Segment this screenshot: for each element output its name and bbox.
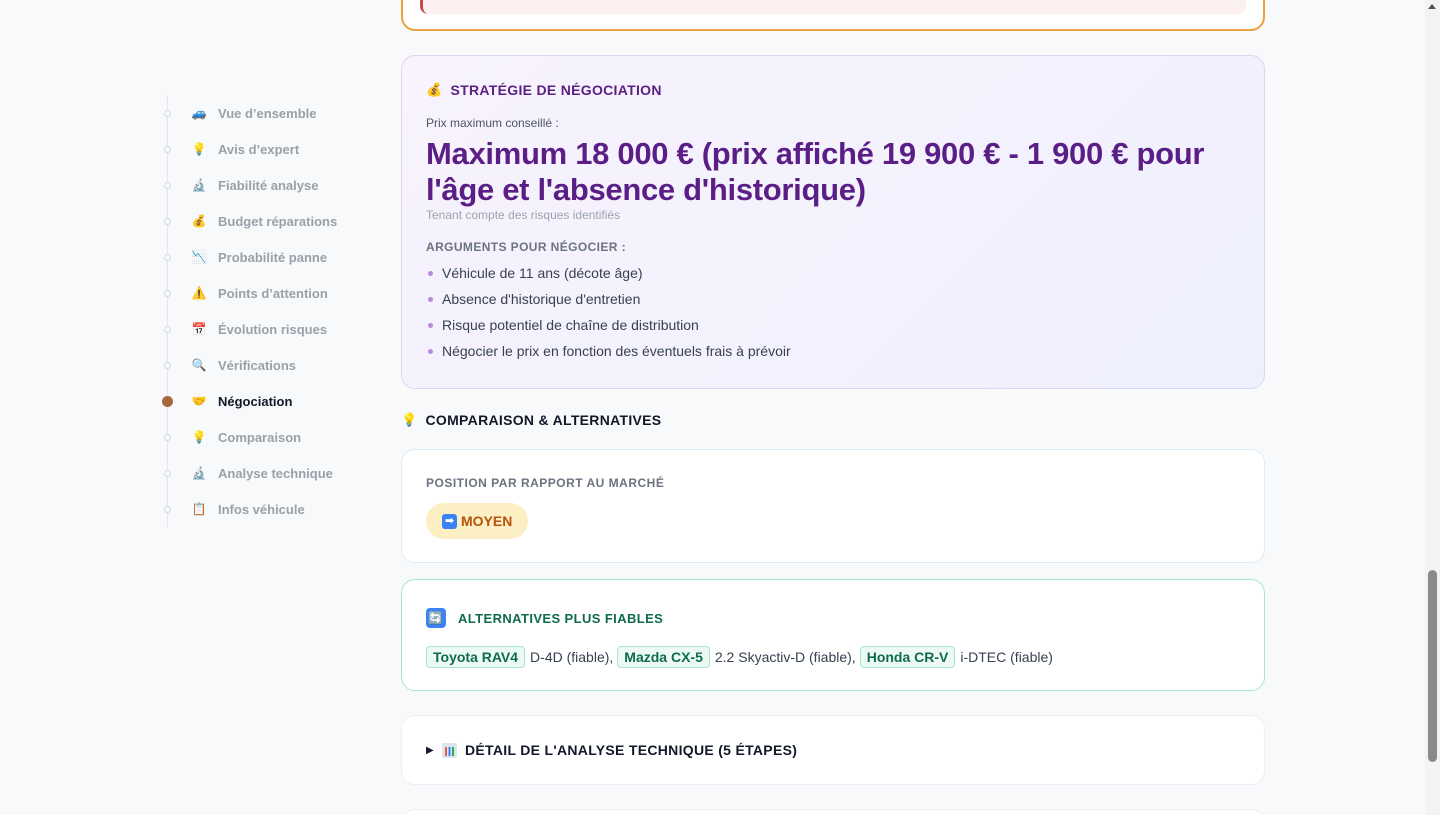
alternatives-list: Toyota RAV4 D-4D (fiable), Mazda CX-5 2.… [426, 646, 1240, 668]
sidebar-item-label: Vérifications [218, 357, 297, 373]
sidebar-item-negotiation[interactable]: 🤝 Négociation [160, 383, 380, 419]
alternative-model-detail: 2.2 Skyactiv-D (fiable), [714, 649, 856, 665]
market-position-value: MOYEN [461, 513, 513, 529]
comparison-title-text: COMPARAISON & ALTERNATIVES [425, 412, 662, 428]
market-position-badge: ➡ MOYEN [426, 503, 529, 539]
nav-dot [164, 145, 171, 153]
arguments-list: Véhicule de 11 ans (décote âge) Absence … [426, 260, 1240, 364]
money-bag-icon: 💰 [191, 214, 207, 228]
magnifier-icon: 🔍 [191, 358, 207, 372]
expand-triangle-icon: ▶ [426, 744, 434, 756]
sidebar-item-label: Vue d’ensemble [218, 105, 317, 121]
comparison-section-title: 💡 COMPARAISON & ALTERNATIVES [401, 412, 661, 428]
sidebar-item-label: Infos véhicule [218, 501, 305, 517]
attention-card-inner [420, 0, 1246, 14]
sidebar-item-label: Avis d’expert [218, 141, 300, 157]
alternative-model-chip: Toyota RAV4 [426, 646, 526, 668]
sidebar-item-label: Négociation [218, 393, 293, 409]
alternative-model-chip: Honda CR-V [859, 646, 956, 668]
nav-dot [164, 361, 171, 369]
sidebar-item-label: Fiabilité analyse [218, 177, 319, 193]
nav-dot [164, 325, 171, 333]
market-position-card: POSITION PAR RAPPORT AU MARCHÉ ➡ MOYEN [401, 449, 1265, 563]
technical-details-toggle[interactable]: ▶ DÉTAIL DE L'ANALYSE TECHNIQUE (5 ÉTAPE… [401, 715, 1265, 785]
sidebar-item-attention-points[interactable]: ⚠️ Points d’attention [160, 275, 380, 311]
lightbulb-icon: 💡 [401, 412, 418, 427]
nav-dot [164, 505, 171, 513]
nav-dot [164, 469, 171, 477]
negotiation-card: 💰 STRATÉGIE DE NÉGOCIATION Prix maximum … [401, 55, 1265, 389]
nav-dot [164, 253, 171, 261]
nav-dot [164, 217, 171, 225]
scrollbar-thumb[interactable] [1428, 570, 1437, 762]
max-price-note: Tenant compte des risques identifiés [426, 208, 621, 222]
nav-dot [162, 395, 173, 407]
lightbulb-icon: 💡 [191, 430, 207, 444]
argument-item: Négocier le prix en fonction des éventue… [426, 338, 1240, 364]
alternatives-title: 🔄 ALTERNATIVES PLUS FIABLES [426, 608, 1240, 628]
technical-details-title: DÉTAIL DE L'ANALYSE TECHNIQUE (5 ÉTAPES) [465, 742, 798, 758]
microscope-icon: 🔬 [191, 178, 207, 192]
sidebar-item-reliability[interactable]: 🔬 Fiabilité analyse [160, 167, 380, 203]
section-nav: 🚙 Vue d’ensemble 💡 Avis d’expert 🔬 Fiabilité … [160, 95, 380, 527]
alternative-model-chip: Mazda CX-5 [617, 646, 710, 668]
clipboard-icon: 📋 [191, 502, 207, 516]
arguments-title: ARGUMENTS POUR NÉGOCIER : [426, 240, 627, 254]
microscope-icon: 🔬 [191, 466, 207, 480]
sidebar-item-vehicle-info[interactable]: 📋 Infos véhicule [160, 491, 380, 527]
sidebar-item-label: Analyse technique [218, 465, 333, 481]
negotiation-title-text: STRATÉGIE DE NÉGOCIATION [450, 82, 662, 98]
sidebar-item-failure-probability[interactable]: 📉 Probabilité panne [160, 239, 380, 275]
nav-dot [164, 433, 171, 441]
sidebar-item-checks[interactable]: 🔍 Vérifications [160, 347, 380, 383]
argument-item: Véhicule de 11 ans (décote âge) [426, 260, 1240, 286]
sidebar-item-label: Évolution risques [218, 321, 328, 337]
next-section-card [401, 809, 1265, 815]
sidebar-item-label: Comparaison [218, 429, 302, 445]
max-price-label: Prix maximum conseillé : [426, 116, 559, 130]
money-bag-icon: 💰 [426, 82, 443, 97]
scroll-up-arrow-icon[interactable] [1428, 4, 1436, 9]
nav-dot [164, 289, 171, 297]
attention-card [401, 0, 1265, 31]
warning-icon: ⚠️ [191, 286, 207, 300]
sidebar-item-label: Probabilité panne [218, 249, 328, 265]
arrow-right-icon: ➡ [442, 513, 457, 529]
alternatives-card: 🔄 ALTERNATIVES PLUS FIABLES Toyota RAV4 … [401, 579, 1265, 691]
alternative-model-detail: D-4D (fiable), [530, 649, 614, 665]
argument-item: Risque potentiel de chaîne de distributi… [426, 312, 1240, 338]
sidebar-item-risk-evolution[interactable]: 📅 Évolution risques [160, 311, 380, 347]
market-position-title: POSITION PAR RAPPORT AU MARCHÉ [426, 476, 665, 490]
page-scrollbar[interactable] [1425, 0, 1440, 815]
lightbulb-icon: 💡 [191, 142, 207, 156]
sidebar-item-repair-budget[interactable]: 💰 Budget réparations [160, 203, 380, 239]
nav-dot [164, 181, 171, 189]
bar-chart-icon [442, 742, 457, 758]
alternative-model-detail: i-DTEC (fiable) [960, 649, 1053, 665]
chart-down-icon: 📉 [191, 250, 207, 264]
alternatives-title-text: ALTERNATIVES PLUS FIABLES [458, 610, 664, 626]
argument-item: Absence d'historique d'entretien [426, 286, 1240, 312]
sidebar-item-overview[interactable]: 🚙 Vue d’ensemble [160, 95, 380, 131]
sidebar-item-label: Points d’attention [218, 285, 328, 301]
handshake-icon: 🤝 [191, 394, 207, 408]
nav-dot [164, 109, 171, 117]
calendar-icon: 📅 [191, 322, 207, 336]
refresh-icon: 🔄 [426, 608, 446, 628]
negotiation-title: 💰 STRATÉGIE DE NÉGOCIATION [426, 82, 1240, 98]
sidebar-item-comparison[interactable]: 💡 Comparaison [160, 419, 380, 455]
sidebar-item-technical-analysis[interactable]: 🔬 Analyse technique [160, 455, 380, 491]
sidebar-item-label: Budget réparations [218, 213, 338, 229]
max-price-value: Maximum 18 000 € (prix affiché 19 900 € … [426, 136, 1205, 207]
sidebar-item-expert-opinion[interactable]: 💡 Avis d’expert [160, 131, 380, 167]
car-icon: 🚙 [191, 106, 207, 120]
